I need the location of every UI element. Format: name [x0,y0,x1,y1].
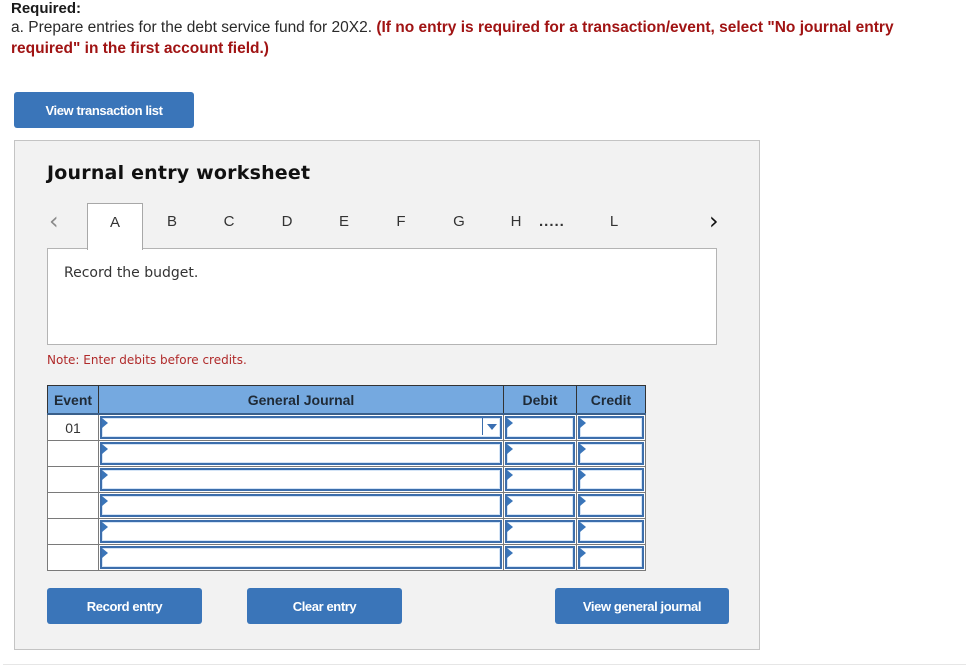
transaction-description-box: Record the budget. [47,248,717,345]
account-cell [98,544,504,571]
credit-input[interactable] [578,520,644,543]
tab-ellipsis: ..... [539,213,565,230]
view-general-journal-button[interactable]: View general journal [555,588,729,624]
debit-input[interactable] [505,546,575,569]
column-header-general-journal: General Journal [98,385,504,415]
credit-cell [576,518,646,545]
account-cell [98,492,504,519]
credit-input[interactable] [578,442,644,465]
tab-e[interactable]: E [316,203,372,249]
dropdown-caret-icon[interactable] [482,417,501,435]
tab-f[interactable]: F [373,203,429,249]
instructions: a. Prepare entries for the debt service … [11,17,961,59]
worksheet-tabs: ‹ A B C D E F G H ..... L › [15,203,761,250]
credit-cell [576,492,646,519]
account-cell [98,466,504,493]
debit-credit-note: Note: Enter debits before credits. [47,353,247,367]
debit-cell [503,440,577,467]
event-cell [47,544,99,571]
credit-cell [576,413,646,441]
tab-a[interactable]: A [87,203,143,250]
event-cell: 01 [47,413,99,441]
credit-cell [576,466,646,493]
account-select[interactable] [100,442,502,465]
table-row [47,492,646,519]
account-cell [98,413,504,441]
credit-input[interactable] [578,546,644,569]
table-row [47,544,646,571]
debit-cell [503,492,577,519]
transaction-description: Record the budget. [64,265,199,281]
table-row: 01 [47,413,646,441]
debit-input[interactable] [505,520,575,543]
tab-b[interactable]: B [144,203,200,249]
credit-input[interactable] [578,416,644,439]
journal-entry-worksheet-panel: Journal entry worksheet ‹ A B C D E F G … [14,140,760,650]
instruction-text: a. Prepare entries for the debt service … [11,19,377,36]
tab-l[interactable]: L [586,203,642,249]
table-row [47,466,646,493]
credit-cell [576,440,646,467]
tab-g[interactable]: G [431,203,487,249]
column-header-debit: Debit [503,385,577,415]
account-select[interactable] [100,546,502,569]
debit-cell [503,466,577,493]
required-heading: Required: [11,0,82,17]
tab-h[interactable]: H [488,203,544,249]
debit-input[interactable] [505,442,575,465]
debit-cell [503,544,577,571]
table-row [47,518,646,545]
account-select[interactable] [100,520,502,543]
event-cell [47,440,99,467]
event-cell [47,518,99,545]
worksheet-title: Journal entry worksheet [47,162,311,184]
journal-table: Event General Journal Debit Credit 01 [47,385,646,571]
account-select[interactable] [100,468,502,491]
debit-input[interactable] [505,494,575,517]
tab-c[interactable]: C [201,203,257,249]
debit-input[interactable] [505,416,575,439]
account-select[interactable] [100,494,502,517]
chevron-left-icon[interactable]: ‹ [49,209,59,233]
credit-input[interactable] [578,494,644,517]
debit-input[interactable] [505,468,575,491]
credit-cell [576,544,646,571]
clear-entry-button[interactable]: Clear entry [247,588,402,624]
tab-d[interactable]: D [259,203,315,249]
column-header-event: Event [47,385,99,415]
view-transaction-list-button[interactable]: View transaction list [14,92,194,128]
chevron-right-icon[interactable]: › [709,209,719,233]
record-entry-button[interactable]: Record entry [47,588,202,624]
column-header-credit: Credit [576,385,646,415]
table-row [47,440,646,467]
event-cell [47,492,99,519]
account-cell [98,440,504,467]
account-select[interactable] [100,416,502,439]
debit-cell [503,518,577,545]
event-cell [47,466,99,493]
debit-cell [503,413,577,441]
credit-input[interactable] [578,468,644,491]
journal-header-row: Event General Journal Debit Credit [47,385,646,415]
account-cell [98,518,504,545]
